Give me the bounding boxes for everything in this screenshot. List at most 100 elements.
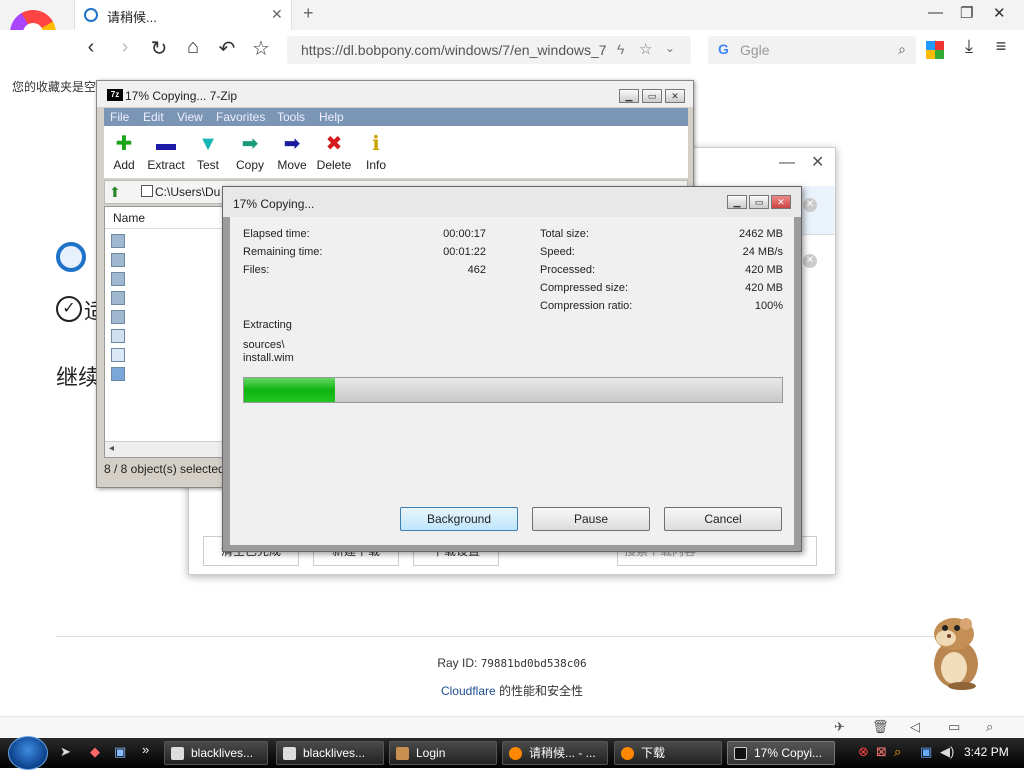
background-button[interactable]: Background [400,507,518,531]
speed-value: 24 MB/s [742,246,783,258]
remove-icon[interactable]: ✕ [803,198,817,212]
taskbar-item-active[interactable]: 17% Copyi... [727,741,835,765]
status-bar-text: 8 / 8 object(s) selected [104,462,225,476]
name-column-header[interactable]: Name [113,211,145,225]
folder-icon[interactable] [111,291,125,305]
pause-button[interactable]: Pause [532,507,650,531]
folder-icon[interactable] [111,272,125,286]
address-bar[interactable]: https://dl.bobpony.com/windows/7/en_wind… [287,36,691,64]
tab-close-icon[interactable]: ✕ [271,6,283,23]
start-button[interactable] [8,736,48,770]
browser-tab-strip: 请稍候... ✕ + — ❐ ✕ [0,0,1024,30]
maximize-button[interactable]: ❐ [960,4,973,22]
back-icon[interactable]: ‹ [78,36,104,59]
cancel-button[interactable]: Cancel [664,507,782,531]
delete-button[interactable]: ✖ Delete [313,132,355,172]
cloudflare-suffix: 的性能和安全性 [495,684,584,698]
files-label: Files: [243,264,270,276]
reload-icon[interactable]: ↻ [146,36,172,61]
path-text[interactable]: C:\Users\Du [155,185,220,199]
cloudflare-link[interactable]: Cloudflare [441,684,496,698]
search-tray-icon[interactable]: ⌕ [894,744,901,760]
download-icon[interactable]: ⤓ [956,36,982,57]
network-icon[interactable]: ▣ [920,744,932,760]
trash-icon[interactable]: 🗑 [872,719,889,735]
info-button[interactable]: ℹ Info [355,132,397,172]
folder-icon[interactable] [111,310,125,324]
window-icon[interactable]: ▭ [948,719,960,735]
windows-taskbar: ➤ ◆ ▣ » blacklives... blacklives... Logi… [0,736,1024,770]
forward-icon[interactable]: › [112,36,138,59]
folder-icon[interactable] [111,234,125,248]
quicklaunch-icon[interactable]: ◆ [90,744,100,760]
minimize-icon[interactable]: — [779,154,795,172]
minimize-button[interactable]: ▁ [619,89,639,103]
menu-help[interactable]: Help [319,110,344,124]
file-icon[interactable] [111,329,125,343]
rocket-icon[interactable]: ✈ [834,719,845,735]
home-icon[interactable]: ⌂ [180,36,206,59]
menu-icon[interactable]: ≡ [988,36,1014,57]
current-path: sources\ [243,339,285,351]
volume-icon[interactable]: ◁ [910,719,920,735]
close-button[interactable]: ✕ [771,195,791,209]
search-icon[interactable]: ⌕ [898,41,906,58]
tray-icon[interactable]: ⊠ [876,744,887,760]
undo-icon[interactable]: ↶ [214,36,240,61]
maximize-button[interactable]: ▭ [749,195,769,209]
file-icon[interactable] [111,348,125,362]
close-button[interactable]: ✕ [993,4,1006,22]
apps-icon[interactable] [926,41,944,59]
scroll-left-icon[interactable]: ◂ [109,443,114,454]
app-icon [283,747,296,760]
chevron-down-icon[interactable]: ⌄ [665,41,675,55]
url-text[interactable]: https://dl.bobpony.com/windows/7/en_wind… [301,42,607,58]
menu-edit[interactable]: Edit [143,110,164,124]
security-icon[interactable]: ⊗ [858,744,869,760]
browser-tab[interactable]: 请稍候... ✕ [74,0,292,30]
menu-tools[interactable]: Tools [277,110,305,124]
copy-button[interactable]: ➡ Copy [229,132,271,172]
ray-id-line: Ray ID: 79881bd0bd538c06 [0,656,1024,670]
file-icon[interactable] [111,367,125,381]
taskbar-item[interactable]: blacklives... [164,741,268,765]
menu-view[interactable]: View [177,110,203,124]
minimize-button[interactable]: — [928,4,943,21]
plus-icon: ✚ [115,133,133,155]
menu-favorites[interactable]: Favorites [216,110,265,124]
quicklaunch-icon[interactable]: ▣ [114,744,126,760]
google-icon: G [718,41,729,57]
add-button[interactable]: ✚ Add [103,132,145,172]
close-icon[interactable]: ✕ [811,152,824,172]
taskbar-item[interactable]: blacklives... [276,741,384,765]
remove-icon[interactable]: ✕ [803,254,817,268]
lightning-icon[interactable]: ϟ [617,41,624,57]
test-button[interactable]: ▼ Test [187,132,229,172]
taskbar-item[interactable]: Login [389,741,497,765]
favorite-icon[interactable]: ☆ [639,40,652,58]
maximize-button[interactable]: ▭ [642,89,662,103]
minimize-button[interactable]: ▁ [727,195,747,209]
move-button[interactable]: ➡ Move [271,132,313,172]
hamster-mascot[interactable] [924,614,984,690]
remaining-value: 00:01:22 [443,246,486,258]
zoom-icon[interactable]: ⌕ [986,719,993,735]
taskbar-item[interactable]: 请稍候... - ... [502,741,608,765]
star-icon[interactable]: ☆ [248,36,274,61]
search-box[interactable]: G Ggle ⌕ [708,36,916,64]
compressed-size-label: Compressed size: [540,282,629,294]
clock[interactable]: 3:42 PM [964,745,1009,759]
taskbar-item[interactable]: 下载 [614,741,722,765]
folder-up-icon[interactable]: ⬆ [109,184,121,201]
folder-icon[interactable] [111,253,125,267]
divider [56,636,968,637]
volume-icon[interactable]: ◀) [940,744,954,760]
cursor-icon: ➤ [60,744,71,759]
overflow-chevron-icon[interactable]: » [142,742,149,757]
info-icon: ℹ [372,133,380,155]
new-tab-button[interactable]: + [303,3,314,24]
close-button[interactable]: ✕ [665,89,685,103]
check-icon: ▼ [198,133,218,155]
extract-button[interactable]: ▬ Extract [145,132,187,172]
menu-file[interactable]: File [110,110,129,124]
